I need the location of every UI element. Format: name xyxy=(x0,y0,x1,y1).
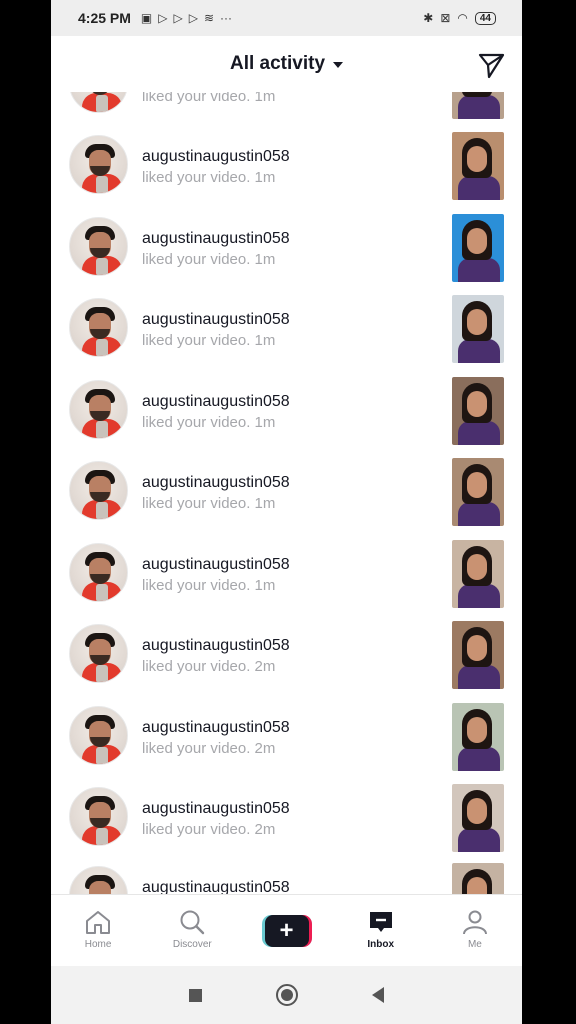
wifi-icon: ◠ xyxy=(457,11,468,25)
page-title: All activity xyxy=(229,53,326,74)
send-icon[interactable] xyxy=(476,50,506,80)
list-item[interactable]: augustinaugustin058 xyxy=(51,863,522,894)
video-thumbnail[interactable] xyxy=(452,458,504,526)
inbox-icon xyxy=(369,912,392,932)
nav-home[interactable]: Home xyxy=(51,895,145,966)
username[interactable]: augustinaugustin058 xyxy=(142,474,290,492)
play-icon: ▷ xyxy=(158,11,168,25)
notification-text: liked your video. 2m xyxy=(142,739,276,757)
nav-discover-label: Discover xyxy=(172,939,212,950)
notification-text: liked your video. 1m xyxy=(142,413,276,431)
profile-icon xyxy=(462,910,487,935)
nav-discover[interactable]: Discover xyxy=(145,895,239,966)
activity-list[interactable]: liked your video. 1m augustinaugustin058… xyxy=(51,92,522,894)
nav-inbox[interactable]: Inbox xyxy=(334,895,428,966)
notification-icon: ▣ xyxy=(140,11,153,25)
list-item[interactable]: augustinaugustin058 liked your video. 1m xyxy=(51,376,522,461)
avatar[interactable] xyxy=(69,135,128,194)
notification-text: liked your video. 2m xyxy=(142,658,276,675)
notification-text: liked your video. 1m xyxy=(142,495,276,512)
battery-icon: 44 xyxy=(474,11,496,25)
avatar[interactable] xyxy=(69,787,128,846)
bluetooth-icon: ✱ xyxy=(423,11,434,25)
nav-me[interactable]: Me xyxy=(428,895,522,966)
plus-icon: + xyxy=(264,915,309,947)
username[interactable]: augustinaugustin058 xyxy=(142,879,290,894)
video-thumbnail[interactable] xyxy=(452,92,504,119)
avatar[interactable] xyxy=(69,624,128,683)
create-button[interactable]: + xyxy=(261,915,312,947)
username[interactable]: augustinaugustin058 xyxy=(142,393,290,411)
caret-down-icon xyxy=(333,62,344,68)
list-item[interactable]: augustinaugustin058 liked your video. 1m xyxy=(51,213,522,298)
search-icon xyxy=(180,910,205,935)
video-thumbnail[interactable] xyxy=(452,539,504,608)
username[interactable]: augustinaugustin058 xyxy=(142,637,290,655)
video-thumbnail[interactable] xyxy=(452,213,504,282)
list-item[interactable]: augustinaugustin058 liked your video. 1m xyxy=(51,132,522,216)
avatar[interactable] xyxy=(69,216,128,276)
app-icon: ≋ xyxy=(203,11,215,25)
inbox-header: All activity xyxy=(51,36,522,92)
nav-me-label: Me xyxy=(467,939,482,950)
system-nav xyxy=(51,966,522,1024)
phone-screen: 4:25 PM ▣ ▷ ▷ ▷ ≋ ··· ✱ ⊠ ◠ 44 All activ… xyxy=(51,0,522,1024)
home-icon xyxy=(86,911,111,934)
status-time: 4:25 PM xyxy=(78,10,131,26)
video-thumbnail[interactable] xyxy=(452,784,504,852)
avatar[interactable] xyxy=(69,298,128,357)
sim-icon: ⊠ xyxy=(440,11,451,25)
list-item[interactable]: augustinaugustin058 liked your video. 2m xyxy=(51,702,522,787)
status-bar: 4:25 PM ▣ ▷ ▷ ▷ ≋ ··· ✱ ⊠ ◠ 44 xyxy=(51,0,522,36)
avatar[interactable] xyxy=(69,705,128,765)
username[interactable]: augustinaugustin058 xyxy=(142,148,290,166)
list-item[interactable]: augustinaugustin058 liked your video. 2m xyxy=(51,784,522,868)
nav-home-label: Home xyxy=(84,939,112,950)
play-icon: ▷ xyxy=(188,11,198,25)
back-icon[interactable] xyxy=(372,987,384,1003)
username[interactable]: augustinaugustin058 xyxy=(142,556,290,574)
username[interactable]: augustinaugustin058 xyxy=(142,800,290,818)
notification-text: liked your video. 1m xyxy=(142,576,276,594)
play-icon: ▷ xyxy=(173,11,183,25)
username[interactable]: augustinaugustin058 xyxy=(142,230,290,248)
username[interactable]: augustinaugustin058 xyxy=(142,311,290,329)
notification-text: liked your video. 1m xyxy=(142,250,276,268)
video-thumbnail[interactable] xyxy=(452,863,504,894)
avatar[interactable] xyxy=(69,379,128,439)
avatar[interactable] xyxy=(69,542,128,602)
notification-text: liked your video. 2m xyxy=(142,821,276,838)
list-item[interactable]: augustinaugustin058 liked your video. 1m xyxy=(51,539,522,624)
notification-text: liked your video. 1m xyxy=(142,92,276,105)
list-item[interactable]: augustinaugustin058 liked your video. 1m xyxy=(51,295,522,379)
nav-inbox-label: Inbox xyxy=(367,939,395,950)
video-thumbnail[interactable] xyxy=(452,702,504,771)
avatar[interactable] xyxy=(69,866,128,894)
video-thumbnail[interactable] xyxy=(452,295,504,363)
list-item[interactable]: liked your video. 1m xyxy=(51,92,522,135)
recents-icon[interactable] xyxy=(189,988,202,1002)
home-circle-icon[interactable] xyxy=(276,984,298,1006)
notification-text: liked your video. 1m xyxy=(142,169,276,186)
list-item[interactable]: augustinaugustin058 liked your video. 1m xyxy=(51,458,522,542)
more-notifications: ··· xyxy=(220,11,233,25)
avatar[interactable] xyxy=(69,92,128,113)
video-thumbnail[interactable] xyxy=(452,132,504,200)
nav-create[interactable]: + xyxy=(239,895,333,966)
video-thumbnail[interactable] xyxy=(452,376,504,445)
username[interactable]: augustinaugustin058 xyxy=(142,719,290,737)
activity-filter-dropdown[interactable]: All activity xyxy=(229,53,344,75)
avatar[interactable] xyxy=(69,461,128,520)
notification-text: liked your video. 1m xyxy=(142,332,276,349)
bottom-nav: Home Discover + Inbox Me xyxy=(51,894,522,966)
list-item[interactable]: augustinaugustin058 liked your video. 2m xyxy=(51,621,522,705)
video-thumbnail[interactable] xyxy=(452,621,504,689)
